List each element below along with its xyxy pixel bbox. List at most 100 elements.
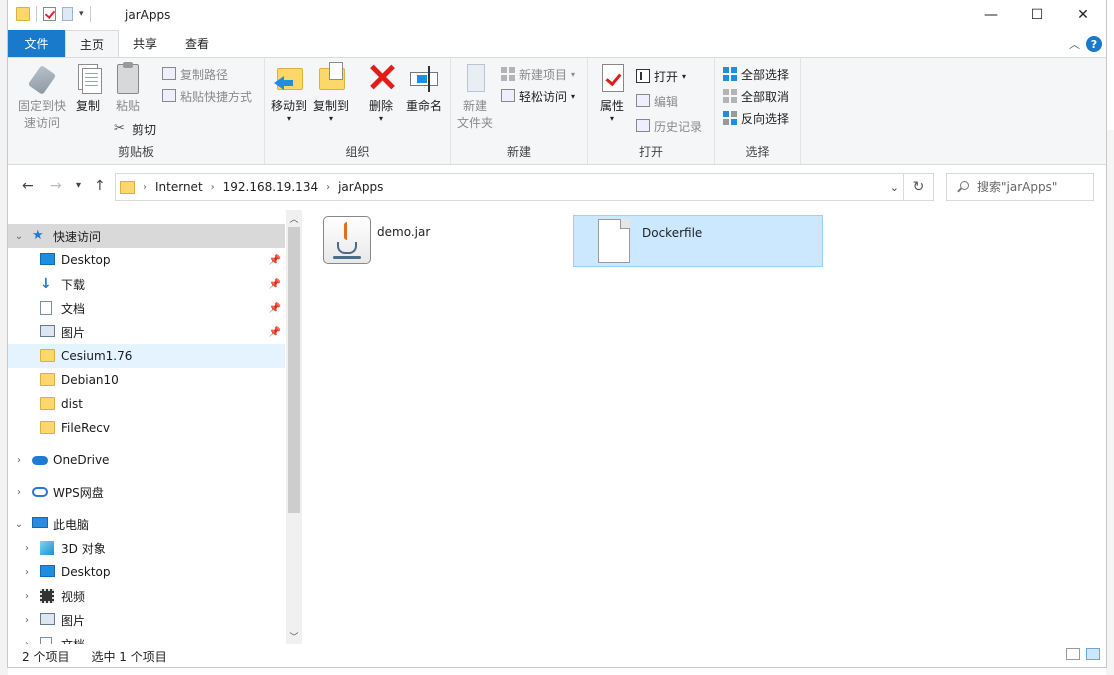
details-view-button[interactable] (1066, 648, 1080, 660)
tree-item-pictures[interactable]: 图片 📌 (8, 320, 285, 344)
customize-toolbar-icon[interactable]: ▾ (79, 9, 84, 19)
open-button[interactable]: 打开 ▾ (636, 66, 686, 86)
window-title: jarApps (125, 8, 171, 22)
select-all-button[interactable]: 全部选择 (723, 64, 789, 84)
paste-shortcut-button[interactable]: 粘贴快捷方式 (162, 86, 252, 106)
minimize-button[interactable]: — (968, 0, 1014, 30)
help-icon[interactable]: ? (1086, 36, 1102, 52)
pin-label: 固定到快 速访问 (17, 99, 66, 130)
tree-item-debian10[interactable]: Debian10 (8, 368, 285, 392)
tree-item-pc-pictures[interactable]: › 图片 (8, 608, 285, 632)
desktop-icon (40, 253, 56, 267)
new-folder-quick-icon[interactable] (62, 7, 73, 21)
chevron-right-icon[interactable]: › (22, 639, 32, 645)
tree-item-label: Desktop (61, 253, 111, 267)
forward-button[interactable]: → (50, 178, 62, 194)
select-none-button[interactable]: 全部取消 (723, 86, 789, 106)
tab-view[interactable]: 查看 (171, 30, 223, 57)
copy-path-button[interactable]: 复制路径 (162, 64, 228, 84)
file-item-demo-jar[interactable]: demo.jar (309, 215, 559, 267)
pictures-icon (40, 325, 56, 339)
back-button[interactable]: ← (22, 178, 34, 194)
up-button[interactable]: ↑ (94, 178, 106, 194)
maximize-button[interactable]: ☐ (1014, 0, 1060, 30)
tree-item-videos[interactable]: › 视频 (8, 584, 285, 608)
file-item-dockerfile[interactable]: Dockerfile (573, 215, 823, 267)
chevron-right-icon[interactable]: › (22, 591, 32, 602)
paste-icon (112, 62, 144, 96)
refresh-button[interactable]: ↻ (904, 173, 934, 201)
file-name: demo.jar (377, 225, 431, 239)
breadcrumb-jarapps[interactable]: jarApps (338, 180, 383, 194)
breadcrumb-host[interactable]: 192.168.19.134 (223, 180, 318, 194)
collapse-ribbon-icon[interactable]: ︿ (1069, 36, 1080, 52)
tree-item-pc-desktop[interactable]: › Desktop (8, 560, 285, 584)
move-to-icon (273, 62, 305, 96)
documents-icon (40, 301, 56, 315)
chevron-right-icon[interactable]: › (22, 543, 32, 554)
copy-button[interactable]: 复制 (72, 62, 104, 115)
clipboard-group: 固定到快 速访问 复制 粘贴 复制路径 粘贴快捷方式 ✂ 剪切 剪贴板 (8, 58, 265, 164)
folder-icon (40, 421, 56, 435)
chevron-right-icon[interactable]: › (22, 567, 32, 578)
properties-quick-icon[interactable] (43, 7, 56, 21)
large-icons-view-button[interactable] (1086, 648, 1100, 660)
tab-file[interactable]: 文件 (8, 30, 65, 57)
scroll-down-icon[interactable]: ﹀ (286, 628, 302, 644)
copy-to-button[interactable]: 复制到 ▾ (313, 62, 349, 123)
navigation-pane: ⌄ ★ 快速访问 Desktop 📌 ↓ 下载 📌 文档 📌 图片 📌 Cesi… (8, 210, 302, 644)
history-button[interactable]: 历史记录 (636, 116, 702, 136)
folder-tree: ⌄ ★ 快速访问 Desktop 📌 ↓ 下载 📌 文档 📌 图片 📌 Cesi… (8, 210, 285, 644)
tree-item-wps[interactable]: › WPS网盘 (8, 480, 285, 504)
select-all-icon (723, 67, 737, 81)
scissors-icon: ✂ (114, 121, 125, 136)
chevron-right-icon[interactable]: › (22, 615, 32, 626)
delete-button[interactable]: 删除 ▾ (367, 62, 395, 123)
breadcrumb-internet[interactable]: Internet (155, 180, 203, 194)
chevron-down-icon[interactable]: ⌄ (14, 231, 24, 242)
paste-button[interactable]: 粘贴 (112, 62, 144, 115)
tree-item-3d-objects[interactable]: › 3D 对象 (8, 536, 285, 560)
search-input[interactable] (977, 180, 1077, 194)
edit-label: 编辑 (654, 94, 679, 109)
chevron-right-icon[interactable]: › (14, 487, 24, 498)
new-group-label: 新建 (506, 145, 531, 159)
chevron-down-icon[interactable]: ⌄ (14, 519, 24, 530)
tree-item-documents[interactable]: 文档 📌 (8, 296, 285, 320)
recent-locations-button[interactable]: ▾ (76, 180, 81, 191)
3d-objects-icon (40, 541, 56, 555)
search-box[interactable] (946, 173, 1094, 201)
properties-button[interactable]: 属性 ▾ (596, 62, 628, 123)
easy-access-button[interactable]: 轻松访问 ▾ (501, 86, 575, 106)
tree-item-onedrive[interactable]: › OneDrive (8, 448, 285, 472)
tab-share[interactable]: 共享 (119, 30, 171, 57)
close-button[interactable]: ✕ (1060, 0, 1106, 30)
tree-item-cesium[interactable]: Cesium1.76 (8, 344, 285, 368)
pin-icon: 📌 (268, 254, 281, 266)
tab-home[interactable]: 主页 (65, 30, 120, 57)
folder-icon (40, 397, 56, 411)
address-history-dropdown[interactable]: ⌄ (890, 181, 899, 194)
tree-item-desktop[interactable]: Desktop 📌 (8, 248, 285, 272)
tree-item-dist[interactable]: dist (8, 392, 285, 416)
invert-selection-button[interactable]: 反向选择 (723, 108, 789, 128)
edit-button[interactable]: 编辑 (636, 91, 678, 111)
scroll-thumb[interactable] (288, 227, 300, 513)
chevron-right-icon[interactable]: › (14, 455, 24, 466)
pin-to-quick-access-button[interactable]: 固定到快 速访问 (14, 62, 70, 132)
tree-item-filerecv[interactable]: FileRecv (8, 416, 285, 440)
new-folder-button[interactable]: 新建 文件夹 (457, 62, 493, 132)
rename-button[interactable]: 重命名 (405, 62, 443, 115)
move-to-button[interactable]: 移动到 ▾ (271, 62, 307, 123)
new-item-button[interactable]: 新建项目 ▾ (501, 64, 575, 84)
tree-item-this-pc[interactable]: ⌄ 此电脑 (8, 512, 285, 536)
tree-item-downloads[interactable]: ↓ 下载 📌 (8, 272, 285, 296)
history-icon (636, 119, 650, 133)
nav-scrollbar[interactable]: ︿ ﹀ (286, 210, 302, 644)
cut-button[interactable]: ✂ 剪切 (114, 119, 156, 139)
tree-item-pc-documents[interactable]: › 文档 (8, 632, 285, 644)
address-bar[interactable]: › Internet › 192.168.19.134 › jarApps ⌄ (115, 173, 904, 201)
tree-item-quick-access[interactable]: ⌄ ★ 快速访问 (8, 224, 285, 248)
scroll-up-icon[interactable]: ︿ (286, 210, 302, 226)
properties-label: 属性 (599, 99, 624, 113)
